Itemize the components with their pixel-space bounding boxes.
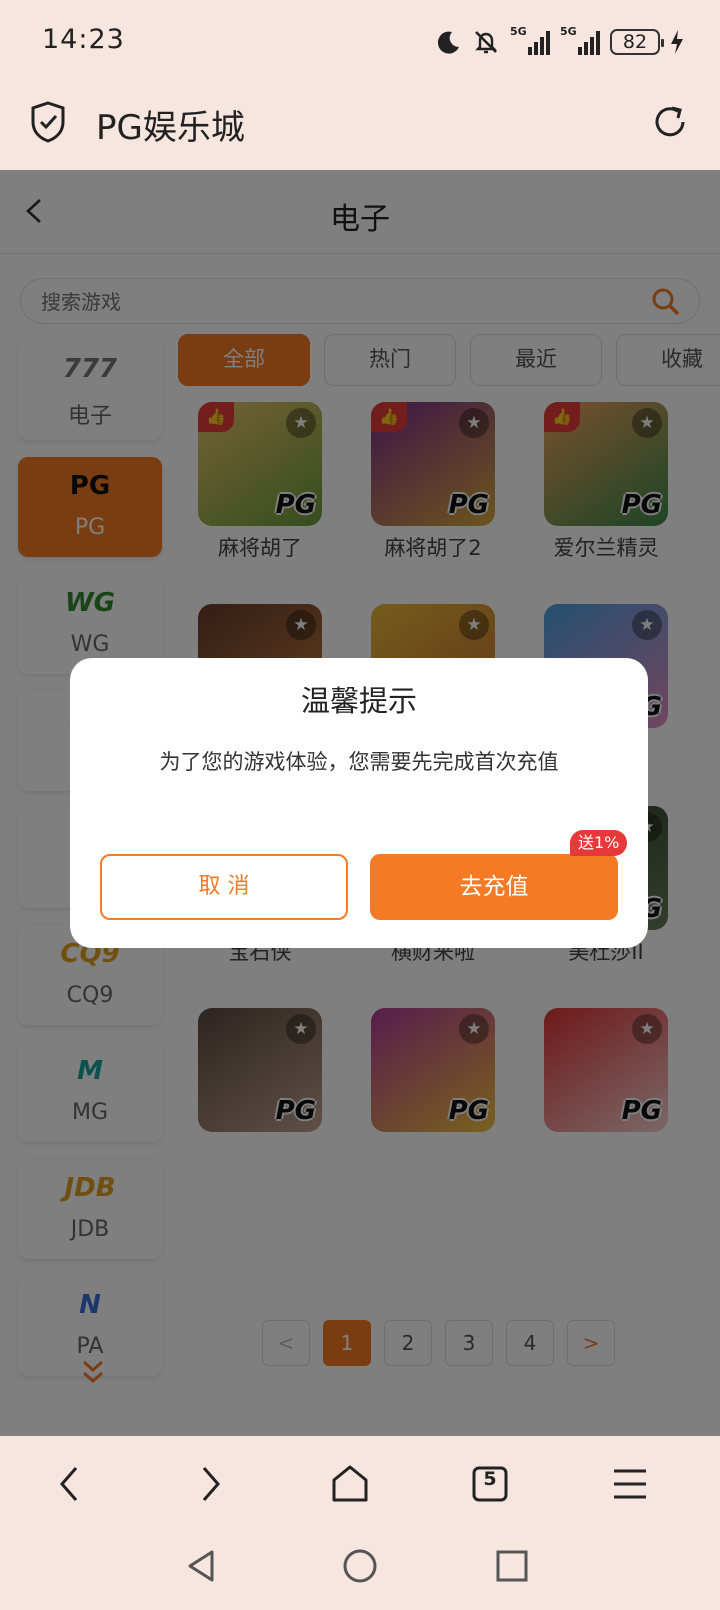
home-icon[interactable] bbox=[320, 1454, 380, 1514]
dialog-message: 为了您的游戏体验，您需要先完成首次充值 bbox=[159, 750, 559, 774]
alert-dialog: 温馨提示 为了您的游戏体验，您需要先完成首次充值 取 消 去充值 送1% bbox=[70, 658, 648, 948]
system-recents-icon[interactable] bbox=[490, 1544, 534, 1588]
browser-toolbar: PG娱乐城 bbox=[0, 80, 720, 170]
status-icons: 5G 5G 82 bbox=[436, 24, 684, 60]
status-time: 14:23 bbox=[42, 24, 125, 55]
tabs-switcher-button[interactable]: 5 bbox=[460, 1454, 520, 1514]
browser-page-title: PG娱乐城 bbox=[96, 108, 245, 148]
signal-1-icon: 5G bbox=[510, 25, 550, 55]
system-back-icon[interactable] bbox=[180, 1544, 224, 1588]
charging-icon bbox=[671, 30, 683, 54]
battery-icon: 82 bbox=[610, 29, 664, 55]
shield-check-icon[interactable] bbox=[28, 100, 68, 144]
dialog-title: 温馨提示 bbox=[300, 684, 417, 718]
signal-2-icon: 5G bbox=[560, 25, 600, 55]
bell-muted-icon bbox=[475, 31, 497, 54]
battery-level: 82 bbox=[622, 31, 648, 53]
menu-icon[interactable] bbox=[600, 1454, 660, 1514]
moon-icon bbox=[437, 31, 459, 54]
browser-bottom-nav: 5 bbox=[0, 1436, 720, 1530]
reload-icon[interactable] bbox=[650, 102, 690, 142]
status-bar: 14:23 5G 5G 82 bbox=[0, 0, 720, 80]
system-navigation-bar bbox=[0, 1530, 720, 1610]
system-home-icon[interactable] bbox=[338, 1544, 382, 1588]
cancel-button[interactable]: 取 消 bbox=[100, 854, 348, 920]
bonus-badge: 送1% bbox=[570, 830, 628, 856]
tabs-count: 5 bbox=[483, 1468, 497, 1490]
signal-1-label: 5G bbox=[510, 25, 527, 38]
browser-forward-icon[interactable] bbox=[180, 1454, 240, 1514]
recharge-button[interactable]: 去充值 bbox=[370, 854, 618, 920]
signal-2-label: 5G bbox=[560, 25, 577, 38]
browser-back-icon[interactable] bbox=[40, 1454, 100, 1514]
